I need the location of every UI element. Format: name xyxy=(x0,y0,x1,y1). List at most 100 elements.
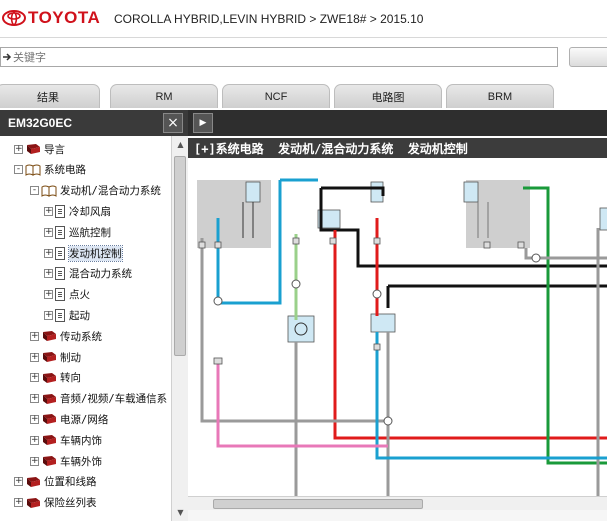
tree-item[interactable]: + 巡航控制 xyxy=(44,223,111,241)
scroll-up-icon[interactable]: ▲ xyxy=(172,136,189,153)
tree-item-label: 起动 xyxy=(69,309,90,322)
expand-icon[interactable]: + xyxy=(14,144,23,154)
tree-item[interactable]: + 电源/网络 xyxy=(30,410,108,428)
search-row xyxy=(0,44,607,70)
book-icon xyxy=(27,144,40,154)
tab-bar: 结果 RM NCF 电路图 BRM xyxy=(0,84,607,108)
expand-icon[interactable]: + xyxy=(44,290,53,300)
panel-header: EM32G0EC × xyxy=(0,110,188,136)
search-input[interactable] xyxy=(13,49,543,65)
collapse-icon[interactable]: - xyxy=(30,186,39,196)
tree-item-label: 制动 xyxy=(60,351,81,364)
tree-item-label: 冷却风扇 xyxy=(69,205,111,218)
toyota-emblem-icon xyxy=(2,10,26,26)
connector-terminal xyxy=(292,237,300,245)
tree-item[interactable]: - 系统电路 xyxy=(14,161,86,179)
connector-terminal xyxy=(214,241,222,249)
tree-item[interactable]: + 点火 xyxy=(44,286,90,304)
tree-item-label: 车辆外饰 xyxy=(60,455,102,468)
expand-icon[interactable]: + xyxy=(30,394,39,404)
horizontal-scrollbar[interactable] xyxy=(188,496,607,510)
expand-icon[interactable]: + xyxy=(44,248,53,258)
expand-icon[interactable]: + xyxy=(30,435,39,445)
tab-brm[interactable]: BRM xyxy=(446,84,554,108)
fuse-symbol xyxy=(370,181,384,203)
document-code: EM32G0EC xyxy=(8,116,73,130)
scrollbar-thumb[interactable] xyxy=(174,156,186,356)
tab-wiring-diagram[interactable]: 电路图 xyxy=(334,84,442,108)
document-icon xyxy=(55,308,65,322)
tree-item[interactable]: + 传动系统 xyxy=(30,327,102,345)
connector-terminal xyxy=(483,241,491,249)
diagram-panel: ▶ [+]系统电路 发动机/混合动力系统 发动机控制 xyxy=(188,110,607,521)
vertical-scrollbar[interactable]: ▲ ▼ xyxy=(171,136,188,521)
expand-icon[interactable]: + xyxy=(30,414,39,424)
tree-item-label: 电源/网络 xyxy=(60,413,109,426)
fuse-symbol xyxy=(463,181,479,203)
tree-item-label: 点火 xyxy=(69,289,90,302)
tree-item-label: 巡航控制 xyxy=(69,226,111,239)
book-icon xyxy=(43,331,56,342)
toyota-logo: TOYOTA xyxy=(2,8,100,28)
top-header: TOYOTA COROLLA HYBRID,LEVIN HYBRID > ZWE… xyxy=(0,0,607,38)
arrow-right-icon xyxy=(1,48,13,66)
tree-item[interactable]: + 混合动力系统 xyxy=(44,265,132,283)
fuse-symbol xyxy=(599,207,607,231)
document-icon xyxy=(55,267,65,281)
tab-ncf[interactable]: NCF xyxy=(222,84,330,108)
tab-rm[interactable]: RM xyxy=(110,84,218,108)
junction-node xyxy=(372,289,382,299)
expand-icon[interactable]: + xyxy=(44,269,53,279)
tree-item-label: 发动机控制 xyxy=(68,244,123,262)
diagram-title[interactable]: [+]系统电路 发动机/混合动力系统 发动机控制 xyxy=(194,140,468,157)
tree-item-label: 混合动力系统 xyxy=(69,268,132,281)
expand-icon[interactable]: + xyxy=(44,206,53,216)
tree-item[interactable]: + 起动 xyxy=(44,306,90,324)
expand-panel-button[interactable]: ▶ xyxy=(193,113,213,133)
expand-icon[interactable]: + xyxy=(14,498,23,508)
document-icon xyxy=(55,246,65,260)
search-button[interactable] xyxy=(569,47,607,67)
expand-icon[interactable]: + xyxy=(30,331,39,341)
scroll-down-icon[interactable]: ▼ xyxy=(172,504,189,521)
tree-item[interactable]: + 冷却风扇 xyxy=(44,202,111,220)
tree-item[interactable]: + 导言 xyxy=(14,140,65,158)
tree-item[interactable]: + 制动 xyxy=(30,348,81,366)
expand-icon[interactable]: + xyxy=(44,310,53,320)
tree-item[interactable]: - 发动机/混合动力系统 xyxy=(30,182,161,200)
junction-node xyxy=(291,279,301,289)
junction-node xyxy=(531,253,541,263)
tree-item[interactable]: + 发动机控制 xyxy=(44,244,123,262)
expand-icon[interactable]: + xyxy=(30,456,39,466)
search-box xyxy=(0,47,558,67)
document-icon xyxy=(55,204,65,218)
wiring-diagram-canvas xyxy=(197,178,607,496)
book-icon xyxy=(43,372,56,383)
scrollbar-thumb[interactable] xyxy=(213,499,423,509)
expand-icon[interactable]: + xyxy=(14,477,23,487)
collapse-icon[interactable]: - xyxy=(14,165,23,175)
tree-item[interactable]: + 车辆内饰 xyxy=(30,431,102,449)
expand-icon[interactable]: + xyxy=(30,373,39,383)
tree-item[interactable]: + 音频/视频/车载通信系 xyxy=(30,390,167,408)
tab-results[interactable]: 结果 xyxy=(0,84,100,108)
connector-terminal xyxy=(373,237,381,245)
expand-icon[interactable]: + xyxy=(44,227,53,237)
wire-green xyxy=(523,186,607,465)
tree-item[interactable]: + 车辆外饰 xyxy=(30,452,102,470)
wiring-diagram[interactable] xyxy=(188,158,607,496)
expand-icon[interactable]: + xyxy=(30,352,39,362)
close-panel-button[interactable]: × xyxy=(163,113,183,133)
book-icon xyxy=(43,352,56,362)
tree-item-label: 传动系统 xyxy=(60,330,102,343)
tree-item[interactable]: + 位置和线路 xyxy=(14,473,97,491)
breadcrumb[interactable]: COROLLA HYBRID,LEVIN HYBRID > ZWE18# > 2… xyxy=(114,12,423,26)
tree-item-label: 位置和线路 xyxy=(44,476,97,489)
logo-text: TOYOTA xyxy=(28,8,101,27)
connector-terminal xyxy=(517,241,525,249)
tree-item[interactable]: + 保险丝列表 xyxy=(14,494,97,512)
relay-symbol xyxy=(370,313,396,333)
tree-item-label: 音频/视频/车载通信系 xyxy=(60,393,168,406)
tree-item[interactable]: + 转向 xyxy=(30,369,81,387)
motor-symbol xyxy=(287,315,315,343)
